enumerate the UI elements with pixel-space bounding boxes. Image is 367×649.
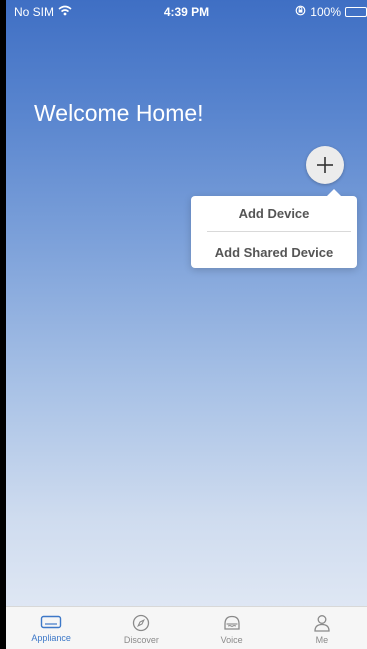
tab-bar: Appliance Discover Voice Me [6,606,367,649]
add-device-menu-item[interactable]: Add Device [191,206,357,221]
tab-label-voice: Voice [220,635,243,645]
add-menu-popup: Add Device Add Shared Device [191,189,357,268]
tab-label-appliance: Appliance [31,633,71,643]
popup-arrow [327,189,341,196]
welcome-title: Welcome Home! [34,100,204,126]
battery-icon [345,7,367,17]
speaker-icon [223,615,240,630]
menu-divider [207,231,351,232]
status-right: 100% [295,5,367,19]
tab-discover[interactable]: Discover [96,607,186,649]
battery-percent: 100% [310,5,341,19]
plus-icon [317,157,333,173]
tab-appliance[interactable]: Appliance [6,607,96,649]
tab-voice[interactable]: Voice [187,607,277,649]
person-icon [314,615,330,632]
rotation-lock-icon [295,5,306,19]
app-screen: No SIM 4:39 PM 100% Welcome Home! Add De… [6,0,367,649]
appliance-icon [40,615,62,629]
tab-label-me: Me [315,635,329,645]
tab-me[interactable]: Me [277,607,367,649]
add-shared-device-menu-item[interactable]: Add Shared Device [191,245,357,260]
compass-icon [133,614,150,632]
add-button[interactable] [306,146,344,184]
tab-label-discover: Discover [123,635,159,645]
status-bar: No SIM 4:39 PM 100% [6,0,367,24]
